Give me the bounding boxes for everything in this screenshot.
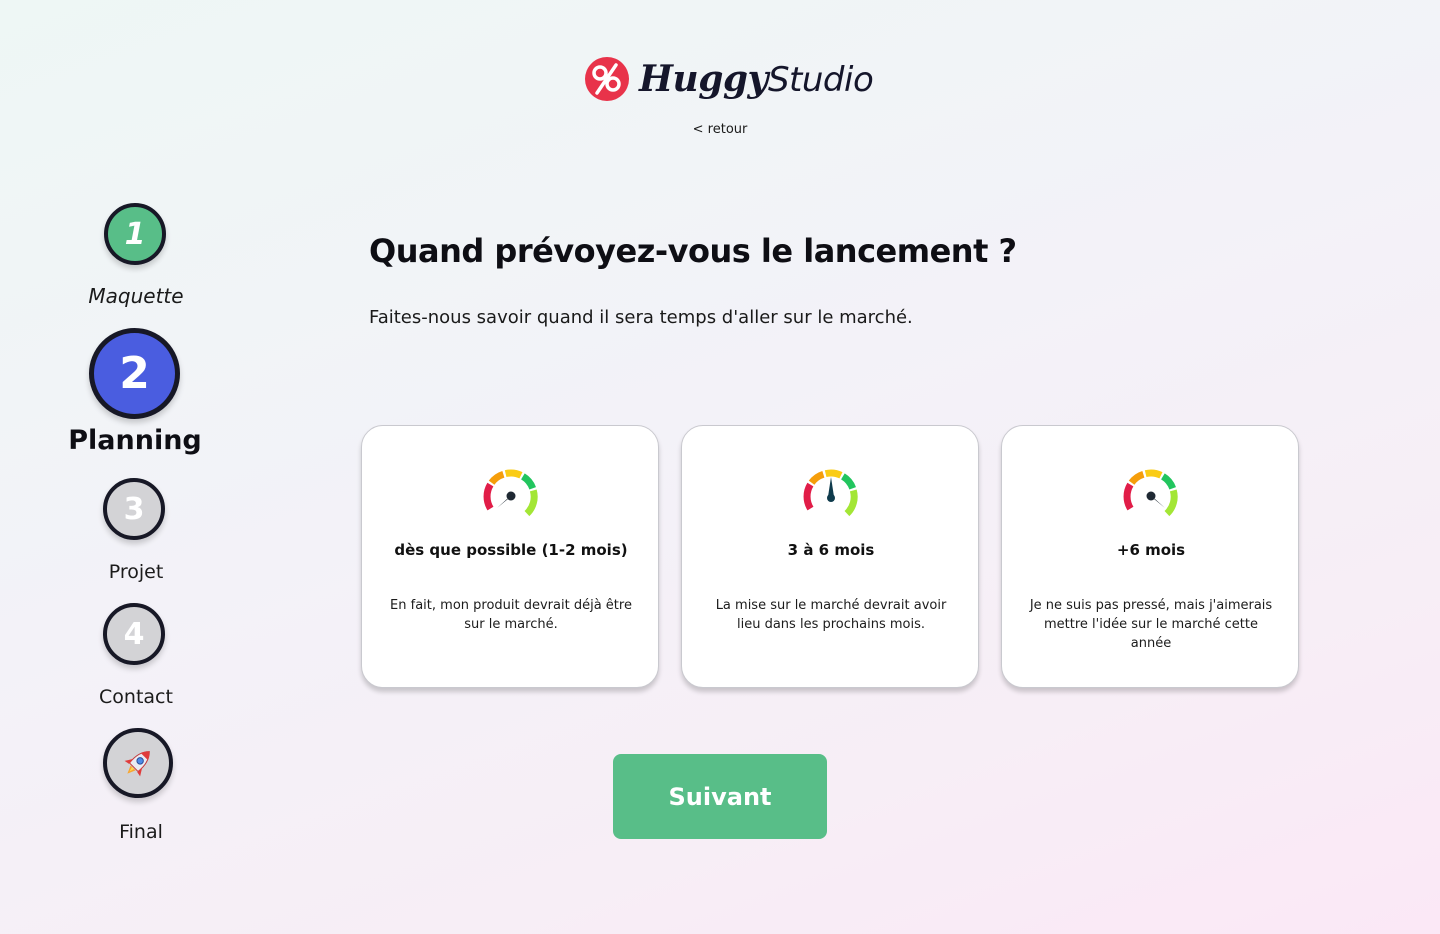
step-2-label: Planning — [68, 425, 202, 456]
option-title: dès que possible (1-2 mois) — [394, 541, 628, 559]
option-description: Je ne suis pas pressé, mais j'aimerais m… — [1029, 598, 1273, 651]
step-1-number: 1 — [124, 216, 146, 252]
step-4-badge[interactable]: 4 — [103, 603, 165, 665]
step-3-label: Projet — [108, 561, 164, 583]
speedometer-low-icon — [483, 469, 538, 517]
option-title: 3 à 6 mois — [787, 541, 875, 559]
step-1-label: Maquette — [88, 284, 184, 308]
page-subtitle: Faites-nous savoir quand il sera temps d… — [369, 307, 913, 328]
page-title: Quand prévoyez-vous le lancement ? — [369, 232, 1017, 270]
step-3-badge[interactable]: 3 — [103, 478, 165, 540]
step-1-badge[interactable]: 1 — [104, 203, 166, 265]
next-button[interactable]: Suivant — [613, 754, 827, 839]
rocket-icon — [124, 751, 150, 777]
brand-logo: Huggy Studio — [585, 54, 874, 104]
option-description: La mise sur le marché devrait avoir lieu… — [715, 598, 947, 632]
option-card-6-plus-months[interactable]: +6 mois Je ne suis pas pressé, mais j'ai… — [1001, 425, 1299, 688]
step-4-label: Contact — [99, 686, 173, 708]
brand-wordmark: Huggy Studio — [639, 58, 874, 100]
option-card-3-6-months[interactable]: 3 à 6 mois La mise sur le marché devrait… — [681, 425, 979, 688]
brand-name-strong: Huggy — [639, 58, 768, 100]
step-4-number: 4 — [123, 616, 145, 652]
percent-logo-icon — [585, 57, 629, 101]
back-link[interactable]: < retour — [0, 122, 1440, 137]
step-final-badge[interactable] — [103, 728, 173, 798]
step-3-number: 3 — [123, 491, 145, 527]
step-final-label: Final — [119, 821, 163, 843]
speedometer-high-icon — [1123, 469, 1178, 517]
step-2-number: 2 — [119, 348, 150, 399]
option-title: +6 mois — [1116, 541, 1186, 559]
option-description: En fait, mon produit devrait déjà être s… — [390, 598, 632, 632]
brand-name-light: Studio — [767, 60, 874, 100]
option-card-asap[interactable]: dès que possible (1-2 mois) En fait, mon… — [361, 425, 659, 688]
step-2-badge[interactable]: 2 — [89, 328, 180, 419]
speedometer-mid-icon — [803, 469, 858, 517]
